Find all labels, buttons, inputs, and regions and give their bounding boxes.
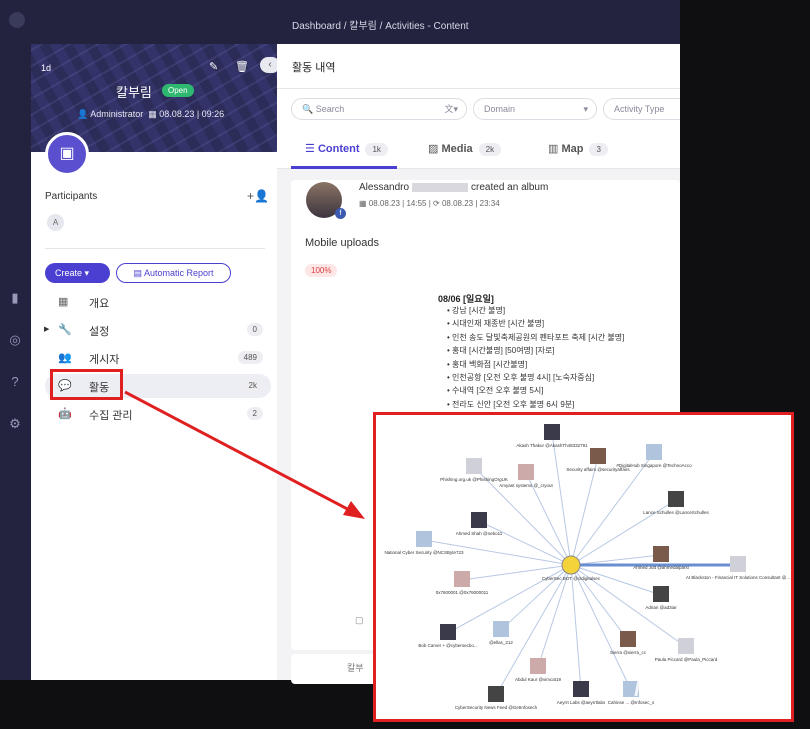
graph-node-label: Bob Carver + @cybersecbo...: [418, 643, 477, 648]
graph-node-label: Lance Schulles @LanceSchulles: [643, 510, 709, 515]
graph-node-label: Sierra @sierra_cc: [610, 650, 647, 655]
graph-node[interactable]: [573, 681, 589, 697]
graph-node[interactable]: [544, 424, 560, 440]
watermark: NEWSIS: [634, 675, 731, 701]
graph-node[interactable]: [493, 621, 509, 637]
graph-node-label: Security affairs @securityaffairs: [566, 467, 630, 472]
graph-node[interactable]: [590, 448, 606, 464]
graph-node-label: 0x7600001 @0x76000011: [436, 590, 489, 595]
graph-node[interactable]: [471, 512, 487, 528]
graph-node-label: Phishing.org.uk @PhishingOrgUK: [440, 477, 508, 482]
graph-node[interactable]: [653, 586, 669, 602]
graph-node[interactable]: [646, 444, 662, 460]
network-graph: Akash Thakur @AkashTh48332791#DigitalHub…: [384, 424, 790, 710]
graph-center-node[interactable]: [561, 555, 581, 575]
graph-node-label: Akash Thakur @AkashTh48332791: [516, 443, 588, 448]
graph-node[interactable]: [668, 491, 684, 507]
graph-node[interactable]: [466, 458, 482, 474]
graph-node-label: Aeyrrt Labs @aeyrrtlabs: [557, 700, 606, 705]
graph-node-label: Abdul Kaur @vimcat19: [515, 677, 562, 682]
graph-node[interactable]: [440, 624, 456, 640]
graph-node-label: Ahmed Jutt @ahmedalparsi: [633, 565, 689, 570]
graph-node-label: National Cyber Security @NCSByte723: [384, 550, 464, 555]
graph-node-label: Amyant systems @_cryout: [499, 483, 553, 488]
graph-node-label: Paula Piccard @Paula_Piccard: [655, 657, 718, 662]
graph-edge: [570, 456, 599, 566]
graph-edge: [478, 520, 572, 566]
graph-node[interactable]: [620, 631, 636, 647]
graph-node[interactable]: [678, 638, 694, 654]
graph-node-label: @ellas_212: [489, 640, 513, 645]
graph-center-label: CyberSec BOT @ctdigitalsec: [542, 576, 601, 581]
graph-node[interactable]: [518, 464, 534, 480]
graph-node[interactable]: [653, 546, 669, 562]
graph-node[interactable]: [530, 658, 546, 674]
graph-node[interactable]: [416, 531, 432, 547]
graph-node[interactable]: [454, 571, 470, 587]
graph-node-label: AI Blackston - Financial IT Solutions Co…: [686, 575, 790, 580]
network-graph-panel: Akash Thakur @AkashTh48332791 #DigitalHub…: [373, 412, 794, 722]
graph-node-label: Ahmed Shah @nebo11: [456, 531, 503, 536]
graph-node-label: CyberSecurity News Feed @GetInfosech: [455, 705, 538, 710]
graph-node-label: Adrian @ad3iar: [645, 605, 677, 610]
graph-node[interactable]: [730, 556, 746, 572]
graph-node[interactable]: [488, 686, 504, 702]
